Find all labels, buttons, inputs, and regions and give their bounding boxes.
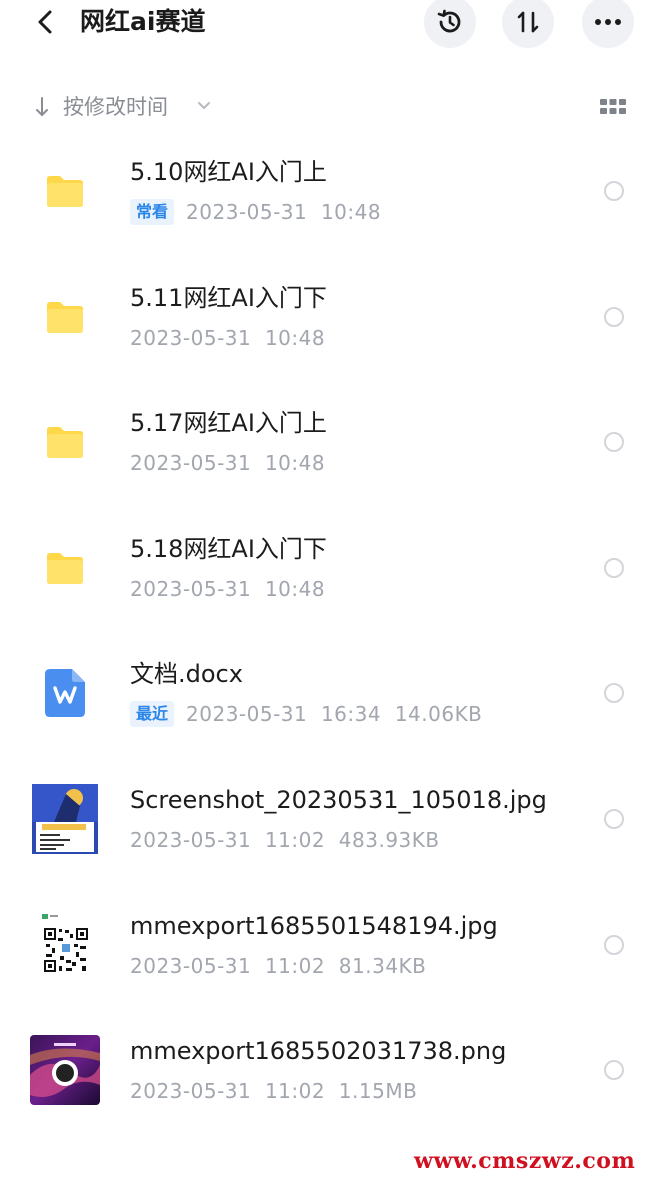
list-item[interactable]: Screenshot_20230531_105018.jpg 2023-05-3… — [0, 756, 665, 882]
file-date: 2023-05-31 10:48 — [130, 576, 326, 601]
select-radio[interactable] — [604, 934, 624, 955]
history-icon — [437, 9, 461, 33]
more-button[interactable] — [582, 0, 634, 48]
history-button[interactable] — [424, 0, 476, 48]
frequent-badge: 常看 — [130, 199, 175, 225]
file-meta: 常看 2023-05-31 10:48 — [130, 198, 381, 226]
file-meta: 2023-05-31 11:02 1.15MB — [130, 1077, 417, 1105]
file-name: Screenshot_20230531_105018.jpg — [130, 785, 547, 814]
qr-code-thumbnail — [30, 909, 100, 980]
file-list: 5.10网红AI入门上 常看 2023-05-31 10:48 5.11网红AI… — [0, 128, 665, 1133]
folder-icon — [30, 282, 100, 352]
file-name: 5.18网红AI入门下 — [130, 534, 327, 563]
folder-icon — [30, 156, 100, 226]
list-item[interactable]: mmexport1685501548194.jpg 2023-05-31 11:… — [0, 882, 665, 1008]
list-item[interactable]: 5.10网红AI入门上 常看 2023-05-31 10:48 — [0, 128, 665, 254]
select-radio[interactable] — [604, 808, 624, 829]
file-meta: 2023-05-31 10:48 — [130, 449, 325, 477]
more-icon — [595, 19, 621, 25]
file-date: 2023-05-31 10:48 — [130, 451, 326, 476]
back-icon — [38, 10, 52, 34]
image-thumbnail — [30, 783, 100, 854]
select-radio[interactable] — [604, 557, 624, 578]
folder-icon — [30, 407, 100, 477]
select-radio[interactable] — [604, 683, 624, 704]
file-meta: 2023-05-31 10:48 — [130, 575, 325, 603]
top-bar: 网红ai赛道 — [0, 0, 665, 48]
file-meta: 最近 2023-05-31 16:34 14.06KB — [130, 700, 482, 728]
sort-button[interactable] — [502, 0, 554, 48]
file-meta: 2023-05-31 10:48 — [130, 324, 325, 352]
list-item[interactable]: 文档.docx 最近 2023-05-31 16:34 14.06KB — [0, 630, 665, 756]
file-name: 5.17网红AI入门上 — [130, 409, 327, 438]
file-name: 文档.docx — [130, 660, 243, 689]
back-button[interactable] — [28, 4, 62, 40]
file-name: 5.10网红AI入门上 — [130, 158, 327, 186]
file-name: mmexport1685501548194.jpg — [130, 911, 498, 940]
file-name: mmexport1685502031738.png — [130, 1037, 507, 1066]
select-radio[interactable] — [604, 1060, 624, 1081]
file-date: 2023-05-31 11:02 81.34KB — [130, 953, 427, 978]
sort-option[interactable]: 按修改时间 — [63, 93, 168, 121]
sort-icon — [517, 11, 539, 33]
file-date: 2023-05-31 11:02 483.93KB — [130, 827, 440, 852]
list-item[interactable]: 5.11网红AI入门下 2023-05-31 10:48 — [0, 254, 665, 380]
recent-badge: 最近 — [130, 701, 175, 728]
sort-down-arrow-icon — [36, 97, 48, 116]
page-title: 网红ai赛道 — [80, 7, 206, 36]
file-meta: 2023-05-31 11:02 483.93KB — [130, 826, 440, 854]
file-date: 2023-05-31 10:48 — [186, 200, 382, 224]
list-item[interactable]: mmexport1685502031738.png 2023-05-31 11:… — [0, 1007, 665, 1133]
select-radio[interactable] — [604, 306, 624, 327]
list-item[interactable]: 5.18网红AI入门下 2023-05-31 10:48 — [0, 505, 665, 631]
file-name: 5.11网红AI入门下 — [130, 283, 327, 312]
chevron-down-icon[interactable] — [196, 98, 212, 114]
file-date: 2023-05-31 16:34 14.06KB — [186, 702, 483, 727]
file-meta: 2023-05-31 11:02 81.34KB — [130, 952, 426, 980]
grid-view-icon[interactable] — [600, 99, 626, 115]
select-radio[interactable] — [604, 181, 624, 201]
file-date: 2023-05-31 11:02 1.15MB — [130, 1079, 418, 1104]
folder-icon — [30, 533, 100, 603]
sort-bar: 按修改时间 — [0, 88, 665, 128]
image-thumbnail — [30, 1035, 100, 1106]
file-date: 2023-05-31 10:48 — [130, 325, 326, 350]
select-radio[interactable] — [604, 432, 624, 453]
word-document-icon — [30, 658, 100, 728]
watermark: www.cmszwz.com — [414, 1148, 636, 1174]
list-item[interactable]: 5.17网红AI入门上 2023-05-31 10:48 — [0, 379, 665, 505]
